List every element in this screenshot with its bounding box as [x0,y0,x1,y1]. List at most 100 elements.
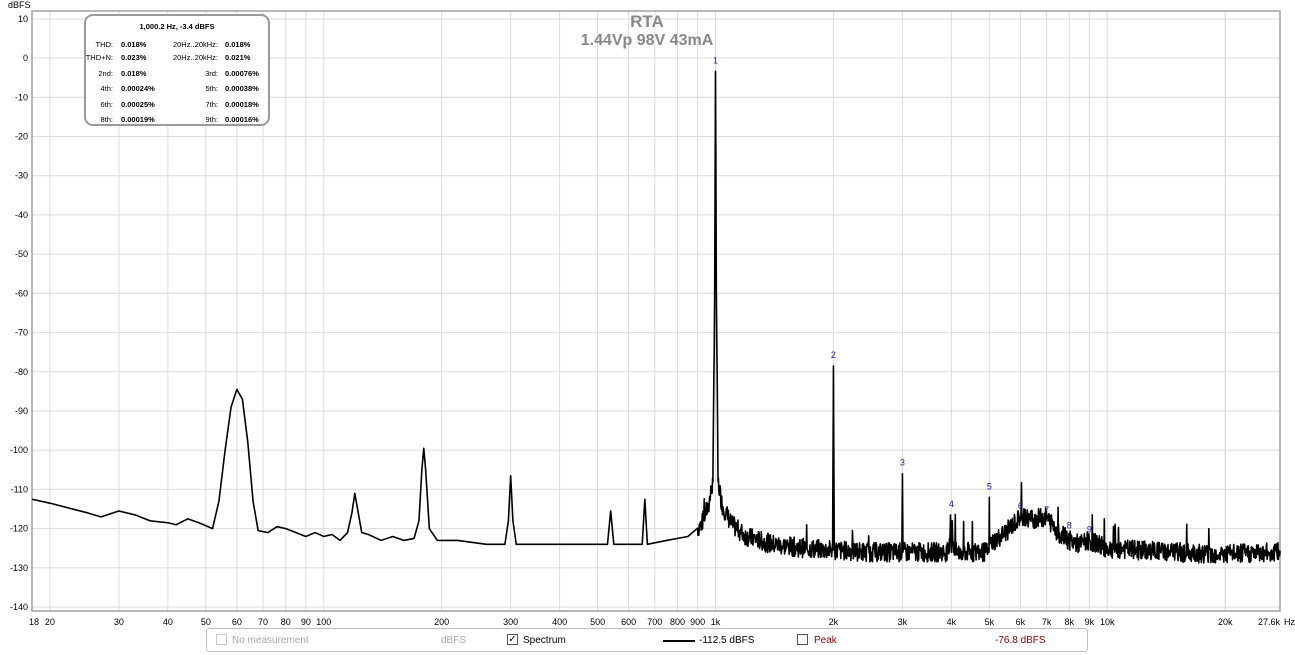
distortion-label: 9th: [205,115,218,124]
peak-checkbox[interactable] [797,634,808,645]
y-tick-label: -30 [15,171,28,181]
distortion-label: 20Hz..20kHz: [172,40,218,49]
distortion-value: 0.018% [121,40,147,49]
distortion-value: 0.00076% [225,69,259,78]
distortion-value: 0.018% [225,40,251,49]
x-tick-label: 90 [301,617,311,627]
x-tick-label: 800 [670,617,685,627]
spectrum-label: Spectrum [523,635,566,646]
distortion-value: 0.023% [121,53,147,62]
distortion-value: 0.00025% [121,100,155,109]
distortion-label: 8th: [100,115,113,124]
spectrum-line-swatch [663,640,695,642]
distortion-label: 7th: [205,100,218,109]
x-tick-label: 1k [711,617,721,627]
distortion-label: 6th: [100,100,113,109]
x-tick-labels: 18 20 30 40 50 60 70 80 90 100 200 300 400 500 600 700 8… [29,617,1280,627]
x-axis-unit: Hz [1284,617,1295,627]
y-tick-label: -70 [15,328,28,338]
x-tick-label: 80 [281,617,291,627]
x-tick-label: 10k [1100,617,1115,627]
distortion-value: 0.00016% [225,115,259,124]
harmonic-label: 7 [1044,505,1049,515]
spectrum-checkbox[interactable]: ✓ [507,634,518,645]
distortion-row: THD+N: 0.023% 20Hz..20kHz: 0.021% [86,53,268,65]
chart-title: RTA [630,12,664,31]
x-tick-label: 27.6k [1258,617,1281,627]
y-tick-label: -110 [11,484,28,494]
distortion-value: 0.00019% [121,115,155,124]
distortion-row: 4th: 0.00024% 5th: 0.00038% [86,84,268,96]
distortion-label: 20Hz..20kHz: [172,53,218,62]
y-tick-label: -20 [15,131,28,141]
no-measurement-checkbox[interactable] [216,634,227,645]
y-tick-label: -60 [15,288,28,298]
x-tick-label: 100 [316,617,331,627]
x-tick-label: 60 [232,617,242,627]
x-tick-label: 2k [829,617,839,627]
distortion-label: 4th: [100,84,113,93]
y-tick-label: 10 [18,14,28,24]
peak-label: Peak [814,635,837,646]
distortion-label: THD: [95,40,114,49]
x-tick-label: 70 [258,617,268,627]
x-tick-label: 6k [1016,617,1026,627]
distortion-row: 2nd: 0.018% 3rd: 0.00076% [86,69,268,81]
y-tick-label: -10 [15,92,28,102]
x-tick-label: 600 [621,617,636,627]
x-tick-label: 50 [201,617,211,627]
harmonic-label: 8 [1067,520,1072,530]
y-tick-label: 0 [23,53,28,63]
distortion-label: 5th: [205,84,218,93]
distortion-value: 0.018% [121,69,147,78]
x-tick-label: 8k [1065,617,1075,627]
x-tick-label: 700 [647,617,662,627]
spectrum-value: -112.5 dBFS [699,635,755,646]
distortion-value: 0.021% [225,53,251,62]
distortion-heading: 1,000.2 Hz, -3.4 dBFS [139,22,215,31]
distortion-row: THD: 0.018% 20Hz..20kHz: 0.018% [86,40,268,52]
x-tick-label: 20 [45,617,55,627]
x-tick-label: 5k [985,617,995,627]
distortion-value: 0.00024% [121,84,155,93]
distortion-label: THD+N: [85,53,113,62]
harmonic-label: 1 [713,55,718,65]
harmonic-label: 4 [949,499,954,509]
y-tick-label: -40 [15,210,28,220]
no-measurement-unit: dBFS [441,635,467,646]
chart-subtitle: 1.44Vp 98V 43mA [581,32,714,49]
distortion-row: 8th: 0.00019% 9th: 0.00016% [86,115,268,127]
x-tick-label: 7k [1042,617,1052,627]
y-axis-label: dBFS [8,0,31,10]
x-tick-label: 20k [1218,617,1233,627]
x-tick-label: 200 [434,617,449,627]
harmonic-label: 3 [900,458,905,468]
y-tick-label: -130 [10,563,28,573]
y-tick-label: -80 [15,367,28,377]
distortion-value: 0.00018% [225,100,259,109]
x-tick-label: 3k [898,617,908,627]
harmonic-label: 5 [987,481,992,491]
x-tick-label: 500 [590,617,605,627]
y-tick-label: -100 [10,445,28,455]
x-tick-label: 4k [947,617,957,627]
harmonic-label: 2 [831,350,836,360]
harmonic-label: 9 [1087,524,1092,534]
x-tick-label: 400 [552,617,567,627]
distortion-label: 3rd: [205,69,218,78]
y-tick-labels: 10 0 -10 -20 -30 -40 -50 -60 -70 -80 -90 -100 -110 -1… [10,14,28,612]
checkmark-icon: ✓ [508,634,517,645]
x-tick-label: 900 [690,617,705,627]
x-tick-label: 300 [503,617,518,627]
y-tick-label: -120 [10,524,28,534]
harmonic-label: 6 [1018,501,1023,511]
no-measurement-label: No measurement [232,635,309,646]
x-tick-label: 9k [1085,617,1095,627]
x-tick-label: 18 [29,617,39,627]
distortion-readout-box[interactable]: 1,000.2 Hz, -3.4 dBFS THD: 0.018% 20Hz..… [84,14,270,126]
y-tick-label: -140 [10,602,28,612]
x-tick-label: 30 [114,617,124,627]
distortion-label: 2nd: [98,69,113,78]
distortion-row: 6th: 0.00025% 7th: 0.00018% [86,100,268,112]
distortion-value: 0.00038% [225,84,259,93]
